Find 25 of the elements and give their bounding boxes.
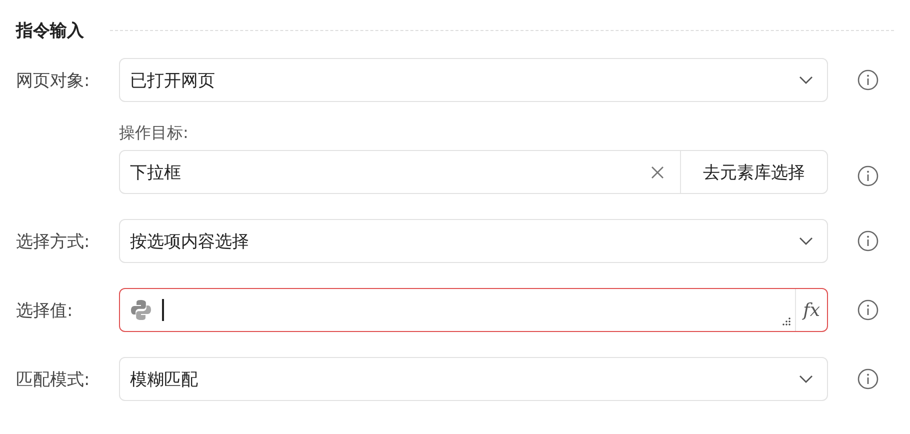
dropdown[interactable]: 模糊匹配 [119,357,828,401]
dropdown[interactable]: 按选项内容选择 [119,219,828,263]
chevron-down-icon [799,237,813,245]
info-icon[interactable] [857,299,879,321]
info-icon[interactable] [857,69,879,91]
dropdown[interactable]: 已打开网页 [119,58,828,102]
python-icon [130,299,152,321]
clear-icon[interactable] [651,166,664,178]
code-input-field[interactable]: fx [119,288,828,332]
pick-element-button[interactable]: 去元素库选择 [680,151,827,193]
chevron-down-icon [799,76,813,84]
info-icon[interactable] [857,164,879,186]
info-icon[interactable] [857,230,879,252]
input-field[interactable]: 下拉框 [130,160,181,184]
field-label: 选择方式: [16,230,91,252]
formula-button[interactable]: fx [795,289,827,331]
field-label: 选择值: [16,300,74,322]
resize-grip-icon[interactable] [782,317,792,326]
info-icon[interactable] [857,368,879,390]
field-label: 匹配模式: [16,368,91,390]
field-label: 网页对象: [16,70,91,92]
field-label: 操作目标: [119,123,190,144]
section-title: 指令输入 [16,20,84,42]
chevron-down-icon [799,375,813,383]
text-cursor [162,299,164,321]
